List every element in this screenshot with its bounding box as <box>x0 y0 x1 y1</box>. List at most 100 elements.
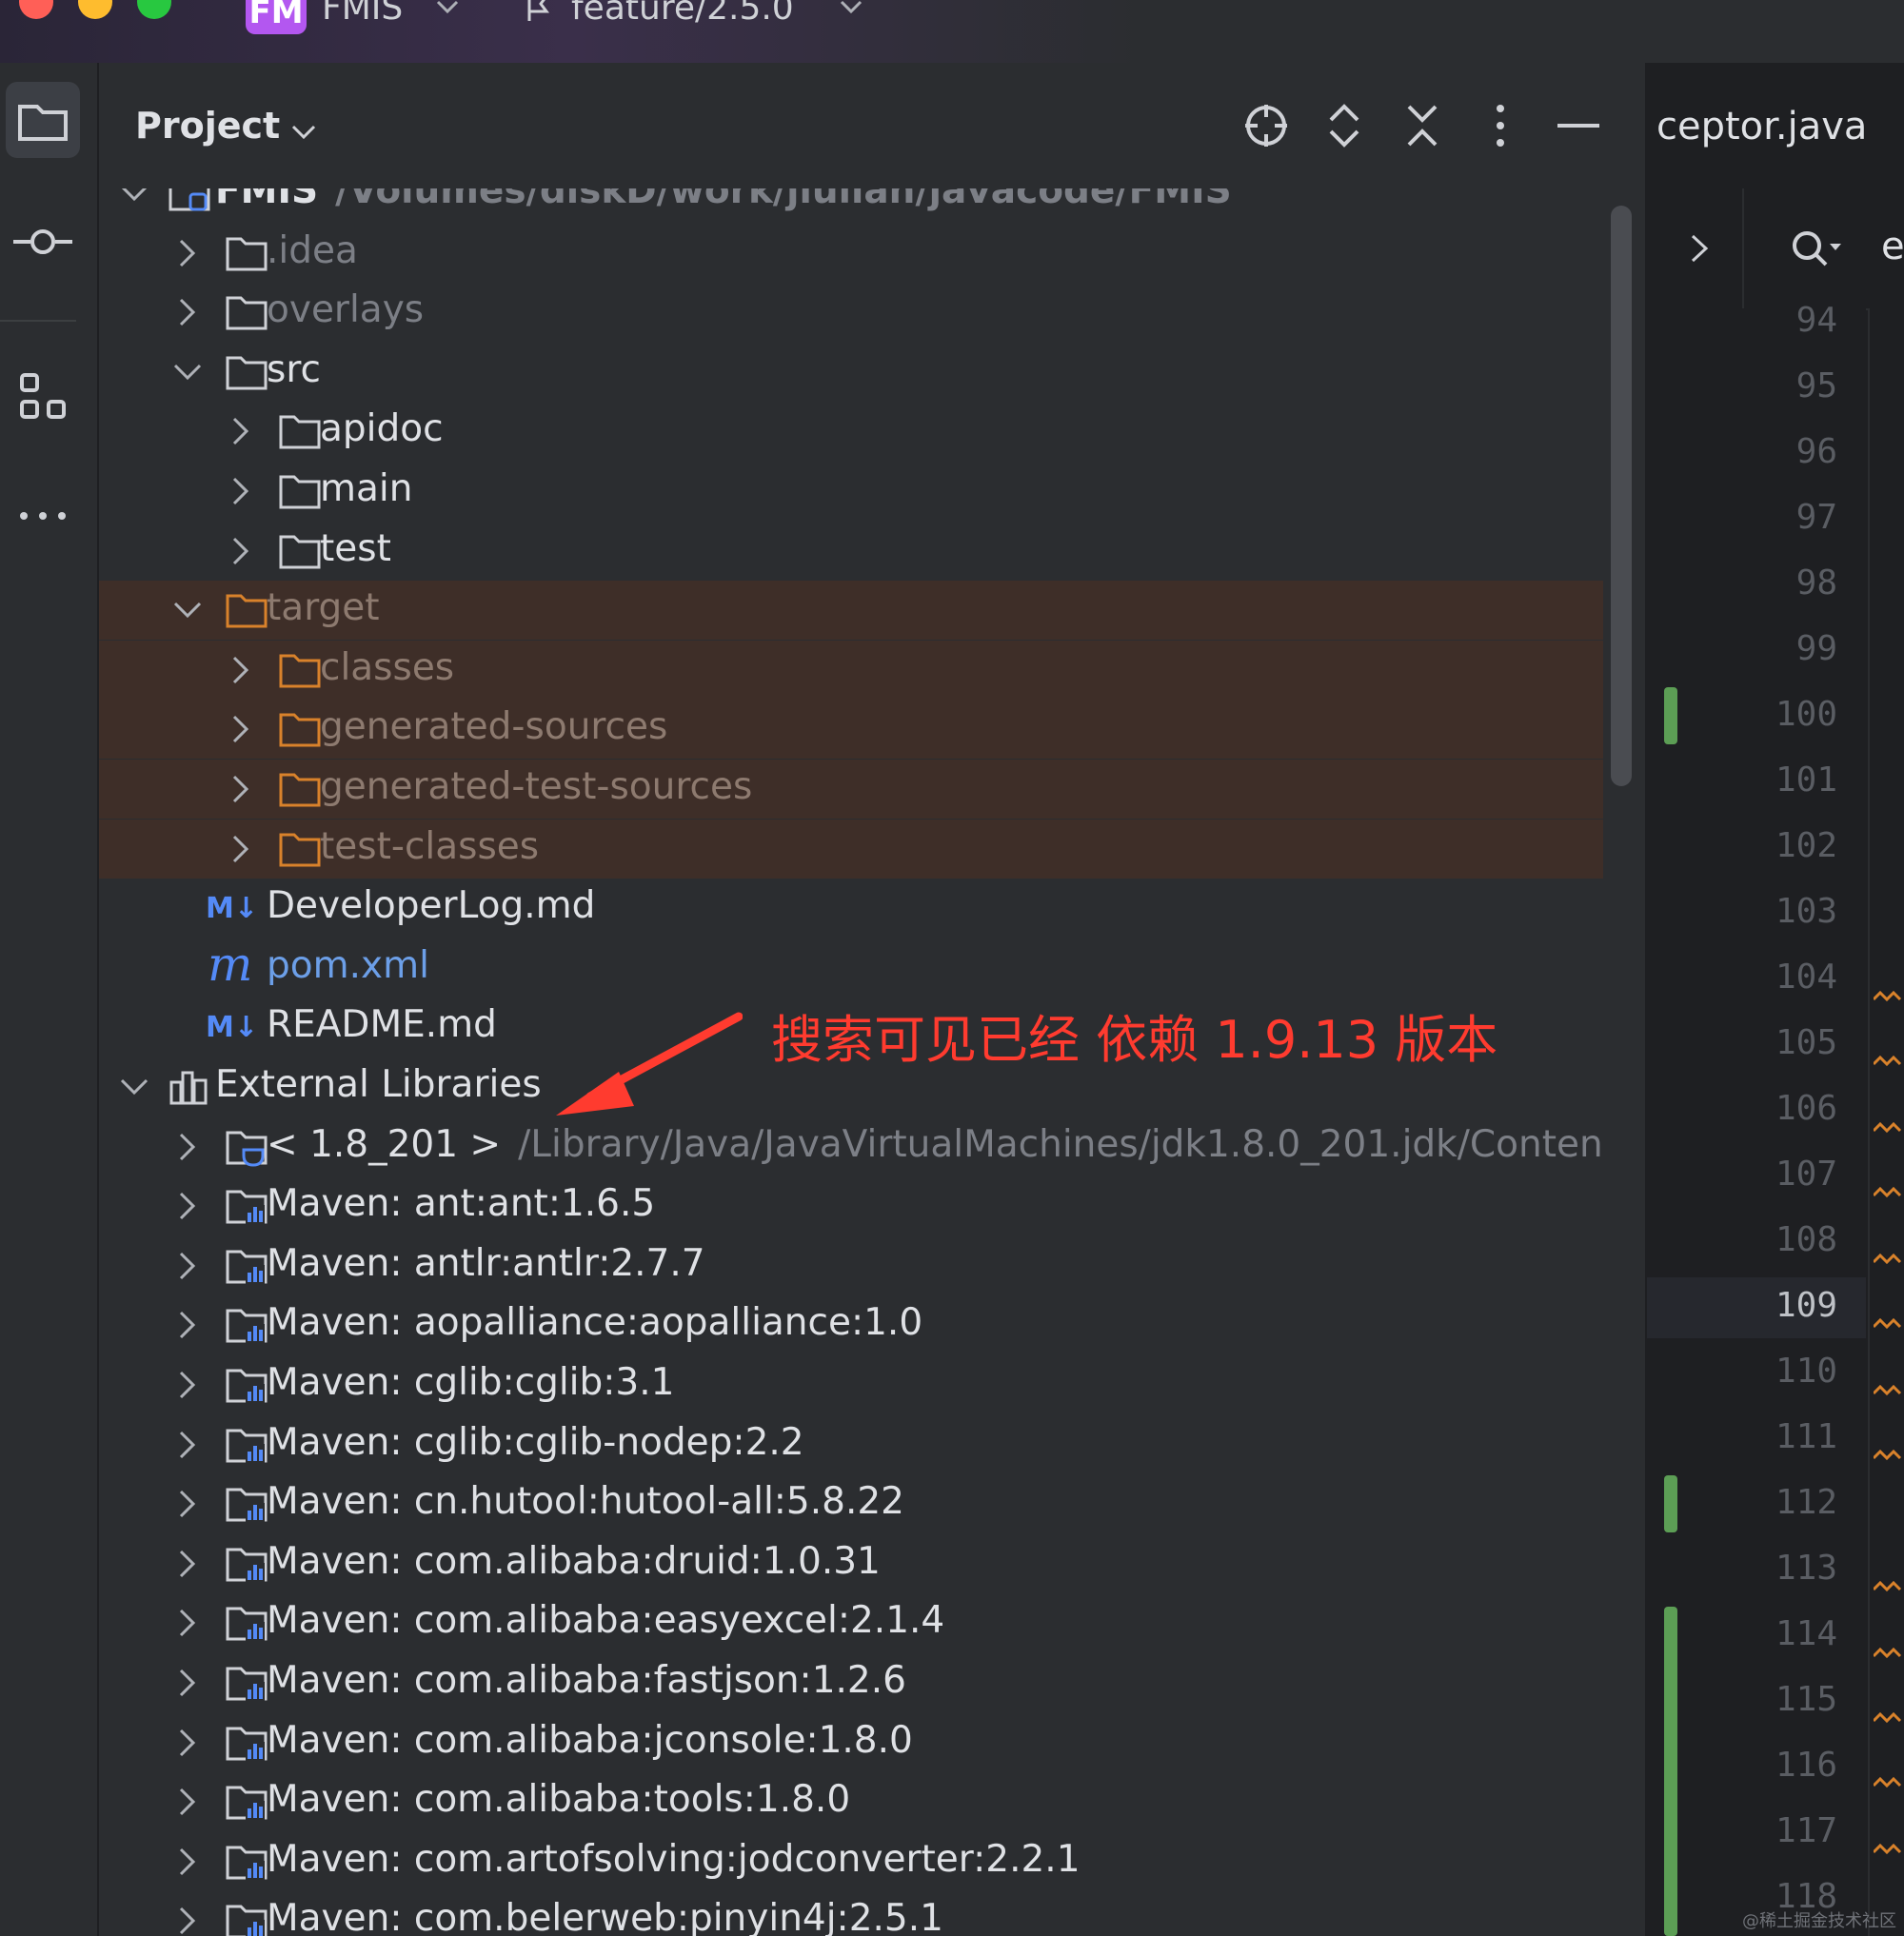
tree-library-row[interactable]: Maven: com.alibaba:easyexcel:2.1.4 <box>99 1593 1603 1652</box>
warning-squiggle-icon <box>1874 1121 1902 1134</box>
options-menu-button[interactable] <box>1476 101 1525 150</box>
project-badge[interactable]: FM <box>246 0 307 34</box>
tree-item-label: Maven: com.artofsolving:jodconverter:2.2… <box>267 1837 1081 1881</box>
libraries-icon <box>169 1071 208 1105</box>
warning-squiggle-icon <box>1874 1843 1902 1855</box>
chevron-right-icon[interactable] <box>171 1429 204 1461</box>
chevron-down-icon[interactable] <box>838 0 864 21</box>
maven-library-icon <box>226 1250 268 1284</box>
vcs-change-marker[interactable] <box>1664 1607 1677 1936</box>
tree-folder-test-classes[interactable]: test-classes <box>99 819 1603 879</box>
tree-library-row[interactable]: Maven: ant:ant:1.6.5 <box>99 1176 1603 1235</box>
chevron-right-icon[interactable] <box>171 1131 204 1163</box>
tree-library-jdk[interactable]: < 1.8_201 >/Library/Java/JavaVirtualMach… <box>99 1117 1603 1176</box>
chevron-right-icon[interactable] <box>225 415 257 447</box>
tree-library-row[interactable]: Maven: cglib:cglib:3.1 <box>99 1355 1603 1414</box>
tree-library-row[interactable]: Maven: aopalliance:aopalliance:1.0 <box>99 1295 1603 1354</box>
locate-file-button[interactable] <box>1241 101 1291 150</box>
commit-tool-button[interactable] <box>6 204 80 280</box>
tree-item-label: README.md <box>267 1003 497 1047</box>
chevron-down-icon[interactable] <box>118 1071 150 1103</box>
vcs-change-marker[interactable] <box>1664 687 1677 744</box>
tree-item-label: generated-test-sources <box>320 765 753 808</box>
minimize-window-button[interactable] <box>78 0 112 19</box>
tree-library-row[interactable]: Maven: com.artofsolving:jodconverter:2.2… <box>99 1832 1603 1891</box>
tree-folder-overlays[interactable]: overlays <box>99 283 1603 342</box>
zoom-window-button[interactable] <box>137 0 171 19</box>
expand-all-button[interactable] <box>1319 101 1369 150</box>
chevron-right-icon[interactable] <box>171 1190 204 1222</box>
chevron-right-icon[interactable] <box>171 1309 204 1341</box>
chevron-right-icon[interactable] <box>171 1846 204 1878</box>
search-icon[interactable] <box>1790 228 1843 270</box>
chevron-right-icon[interactable] <box>171 1667 204 1699</box>
chevron-right-icon[interactable] <box>225 713 257 745</box>
close-window-button[interactable] <box>19 0 53 19</box>
tree-item-label: Maven: com.alibaba:jconsole:1.8.0 <box>267 1718 913 1762</box>
tree-library-row[interactable]: Maven: antlr:antlr:2.7.7 <box>99 1236 1603 1295</box>
chevron-right-icon[interactable] <box>225 833 257 865</box>
tree-folder-target[interactable]: target <box>99 581 1603 641</box>
chevron-right-icon[interactable] <box>171 1905 204 1936</box>
tree-library-row[interactable]: Maven: com.alibaba:jconsole:1.8.0 <box>99 1713 1603 1772</box>
branch-switcher[interactable]: feature/2.5.0 <box>571 0 794 28</box>
chevron-right-icon[interactable] <box>171 1607 204 1639</box>
tree-library-row[interactable]: Maven: com.alibaba:fastjson:1.2.6 <box>99 1653 1603 1712</box>
tree-folder-generated-sources[interactable]: generated-sources <box>99 700 1603 760</box>
tree-library-row[interactable]: Maven: cn.hutool:hutool-all:5.8.22 <box>99 1474 1603 1533</box>
chevron-right-icon[interactable] <box>225 654 257 686</box>
tree-library-row[interactable]: Maven: cglib:cglib-nodep:2.2 <box>99 1415 1603 1474</box>
tree-folder-idea[interactable]: .idea <box>99 224 1603 283</box>
chevron-right-icon[interactable] <box>1685 232 1714 265</box>
tree-library-row[interactable]: Maven: com.belerweb:pinyin4j:2.5.1 <box>99 1891 1603 1936</box>
chevron-right-icon[interactable] <box>171 1548 204 1580</box>
structure-tool-button[interactable] <box>6 360 80 436</box>
tree-scrollbar[interactable] <box>1611 206 1632 786</box>
chevron-right-icon[interactable] <box>225 535 257 567</box>
chevron-right-icon[interactable] <box>225 475 257 507</box>
line-number: 115 <box>1775 1680 1837 1719</box>
tree-folder-apidoc[interactable]: apidoc <box>99 402 1603 461</box>
tree-item-label: Maven: cglib:cglib:3.1 <box>267 1361 675 1404</box>
editor-tab[interactable]: ceptor.java <box>1647 63 1904 188</box>
tree-library-row[interactable]: Maven: com.alibaba:druid:1.0.31 <box>99 1534 1603 1593</box>
tree-item-label: test <box>320 526 391 570</box>
tree-folder-main[interactable]: main <box>99 462 1603 521</box>
tree-root-fmis[interactable]: FMIS/Volumes/diskD/work/jiulian/javacode… <box>99 188 1603 223</box>
project-switcher[interactable]: FMIS <box>322 0 403 28</box>
chevron-down-icon[interactable] <box>171 356 204 388</box>
warning-squiggle-icon <box>1874 1711 1902 1724</box>
chevron-right-icon[interactable] <box>171 1250 204 1282</box>
excluded-folder-icon <box>279 833 321 867</box>
chevron-right-icon[interactable] <box>171 1369 204 1401</box>
tree-library-row[interactable]: Maven: com.alibaba:tools:1.8.0 <box>99 1772 1603 1831</box>
vcs-change-marker[interactable] <box>1664 1475 1677 1532</box>
chevron-down-icon[interactable] <box>289 118 318 147</box>
chevron-right-icon[interactable] <box>171 1786 204 1818</box>
tree-item-label: apidoc <box>320 407 444 451</box>
panel-title[interactable]: Project <box>135 105 280 147</box>
tree-item-label: Maven: com.alibaba:easyexcel:2.1.4 <box>267 1599 945 1643</box>
chevron-down-icon[interactable] <box>434 0 461 21</box>
line-number: 95 <box>1795 366 1837 405</box>
hide-panel-button[interactable] <box>1554 101 1603 150</box>
chevron-right-icon[interactable] <box>171 1727 204 1759</box>
chevron-right-icon[interactable] <box>171 1488 204 1520</box>
tree-folder-generated-test-sources[interactable]: generated-test-sources <box>99 760 1603 819</box>
collapse-all-button[interactable] <box>1398 101 1447 150</box>
tree-file-pom[interactable]: m pom.xml <box>99 937 1603 998</box>
more-tools-button[interactable] <box>6 478 80 554</box>
tree-folder-classes[interactable]: classes <box>99 640 1603 700</box>
chevron-down-icon[interactable] <box>171 594 204 626</box>
chevron-right-icon[interactable] <box>171 237 204 269</box>
tree-folder-test[interactable]: test <box>99 522 1603 581</box>
tree-folder-src[interactable]: src <box>99 343 1603 402</box>
tree-file-developerlog[interactable]: M↓ DeveloperLog.md <box>99 879 1603 938</box>
chevron-right-icon[interactable] <box>225 773 257 805</box>
project-tool-button[interactable] <box>6 82 80 158</box>
annotation-arrow <box>556 1012 743 1116</box>
chevron-down-icon[interactable] <box>118 188 150 209</box>
chevron-right-icon[interactable] <box>171 296 204 328</box>
line-number: 97 <box>1795 498 1837 537</box>
line-number: 113 <box>1775 1549 1837 1588</box>
